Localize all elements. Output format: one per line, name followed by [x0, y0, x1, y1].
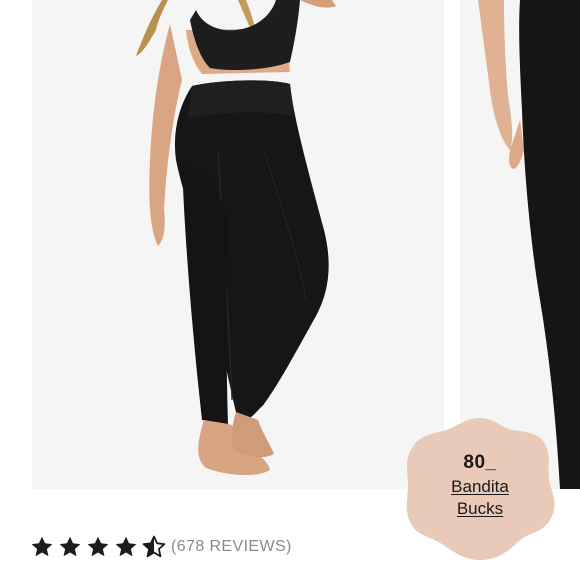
bandita-bucks-link[interactable]: Bandita Bucks — [402, 476, 558, 520]
star-half-icon — [142, 535, 166, 558]
product-rating: (678 REVIEWS) — [30, 535, 292, 559]
leggings-photo — [136, 0, 336, 476]
product-page: 80_ Bandita Bucks (678 REVIEWS) — [0, 0, 580, 580]
bandita-bucks-badge[interactable]: 80_ Bandita Bucks — [402, 414, 558, 562]
bandita-bucks-label-line2: Bucks — [456, 499, 504, 518]
reviews-count-link[interactable]: (678 REVIEWS) — [171, 538, 292, 556]
bandita-bucks-points: 80_ — [463, 452, 497, 473]
star-full-icon — [87, 536, 109, 557]
star-full-icon — [31, 536, 53, 557]
star-full-icon — [59, 536, 81, 557]
star-rating — [30, 535, 166, 559]
bandita-bucks-label-line1: Bandita — [451, 477, 509, 496]
product-image-main[interactable] — [32, 0, 444, 489]
star-full-icon — [115, 536, 137, 557]
